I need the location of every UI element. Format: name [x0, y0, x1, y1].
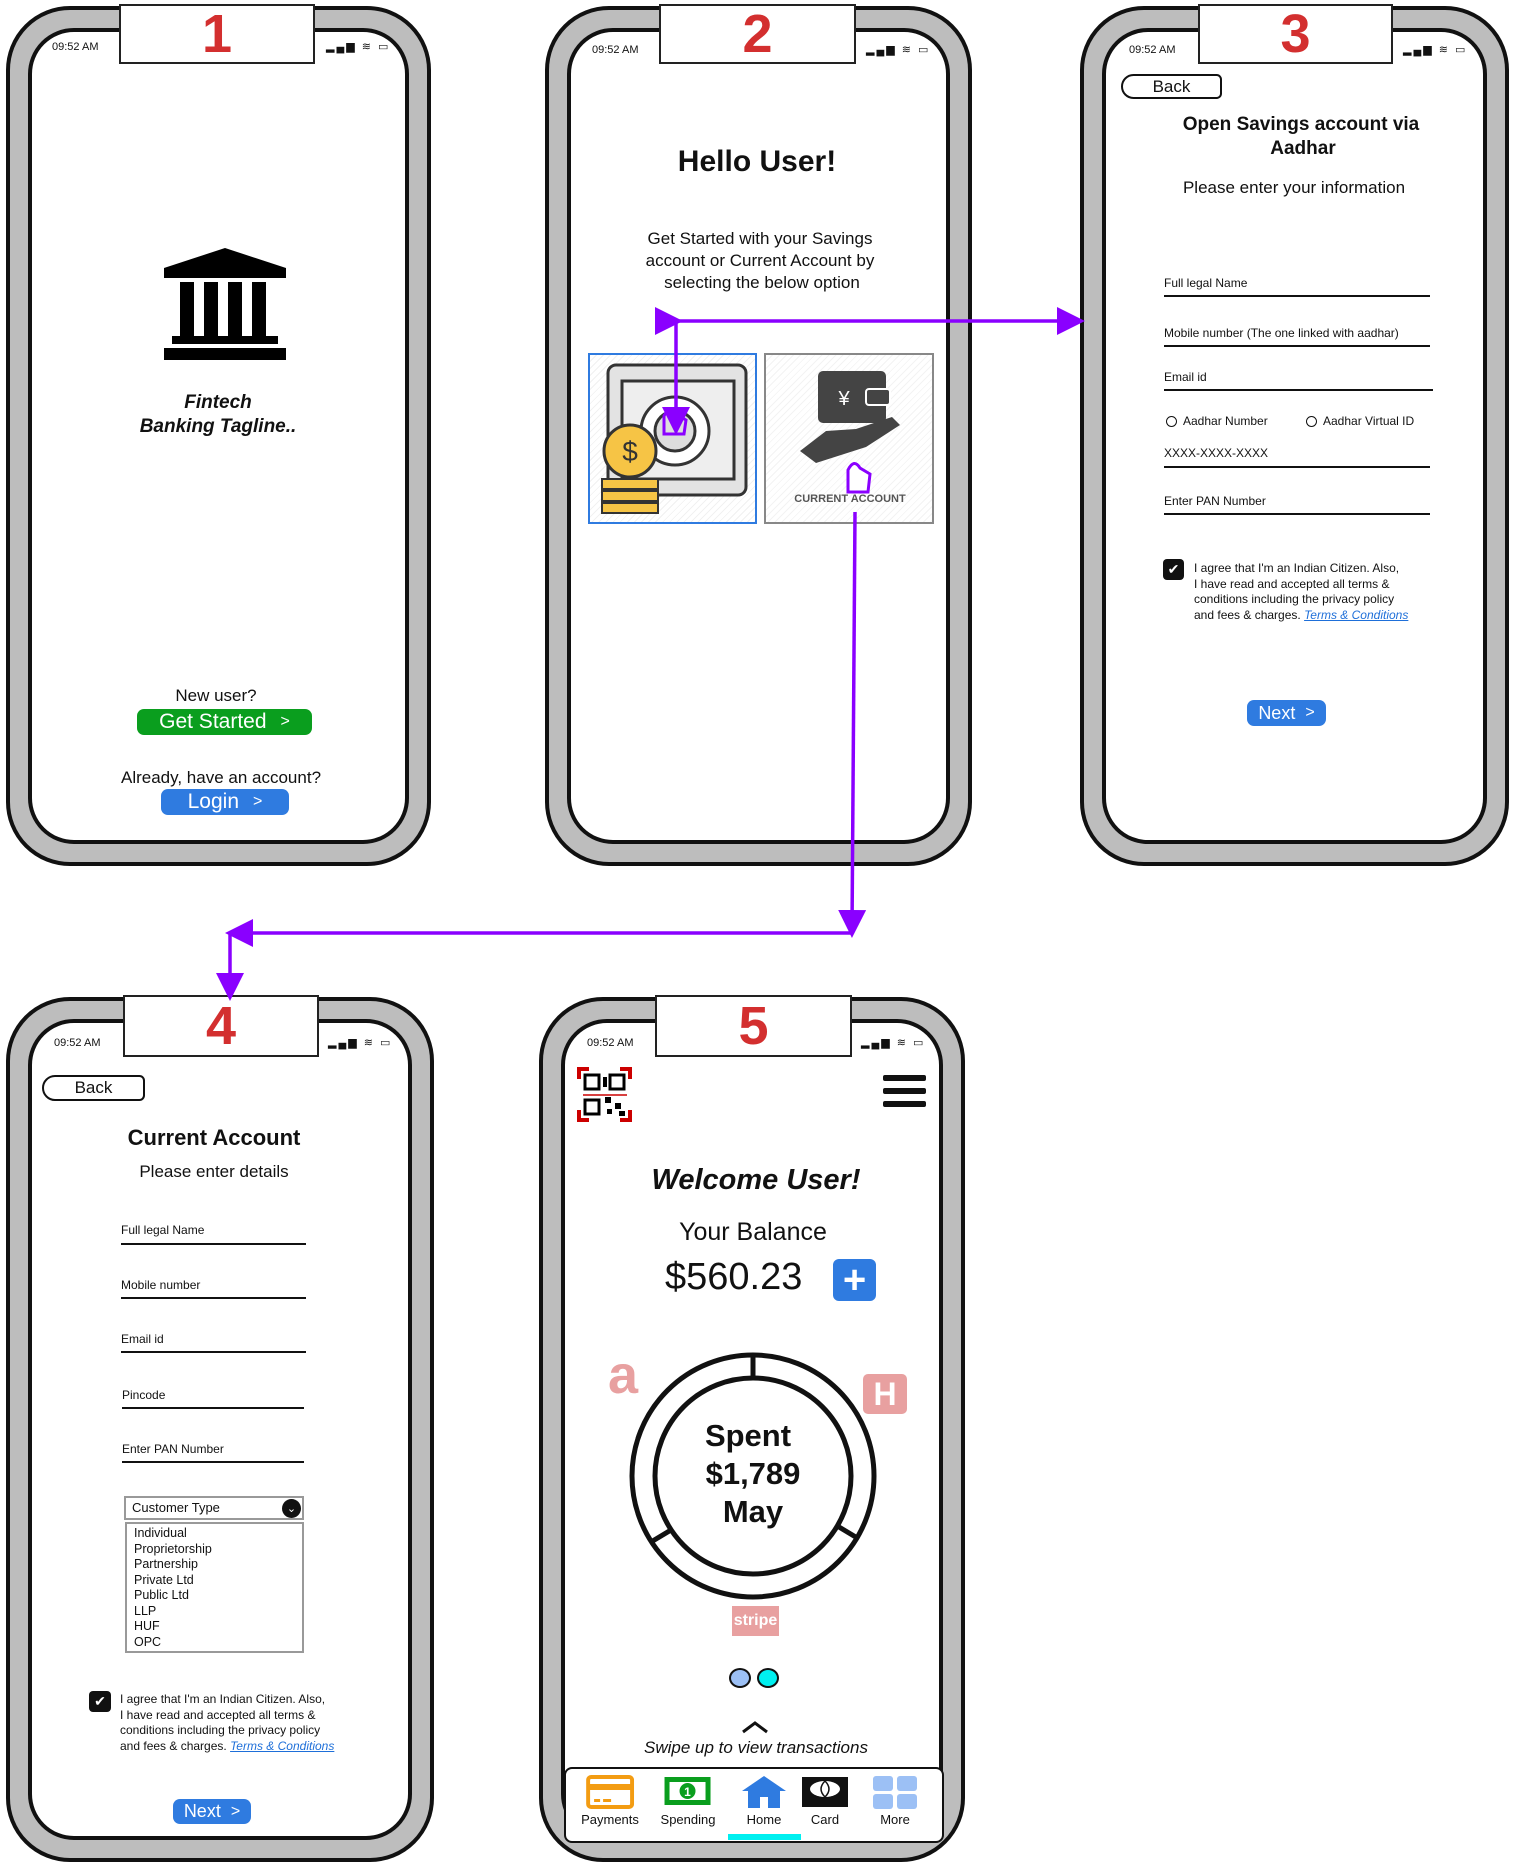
flow-arrows	[216, 307, 1085, 1001]
arrow-current-down	[838, 511, 867, 938]
hand-pointer-icon	[846, 462, 872, 494]
